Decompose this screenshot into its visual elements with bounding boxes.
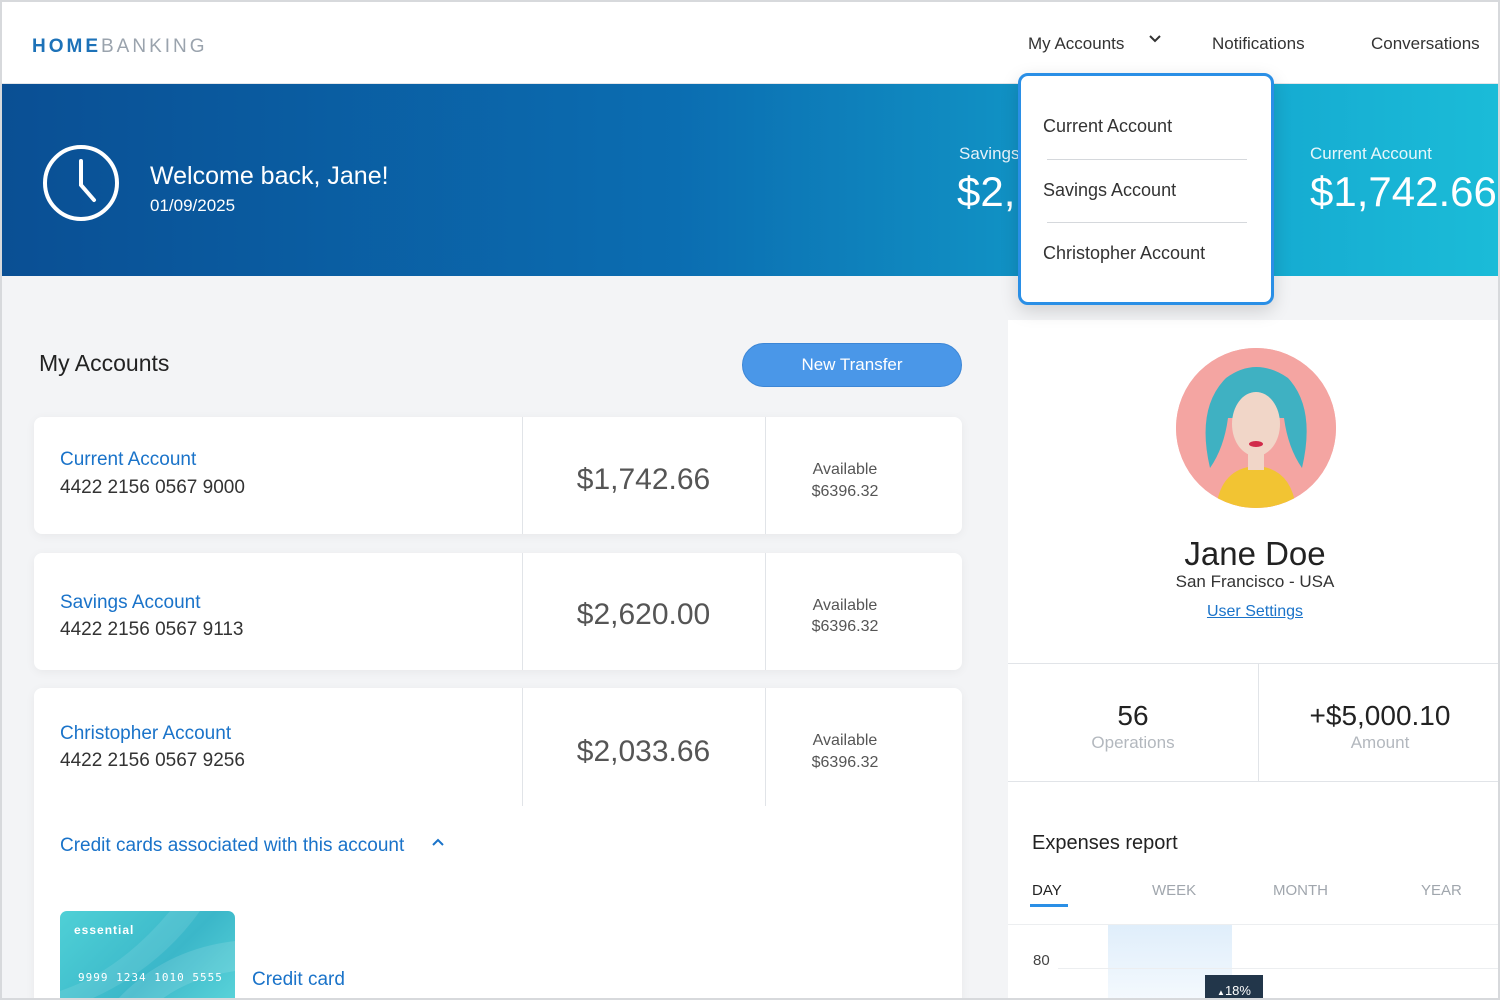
divider — [1008, 781, 1498, 782]
user-settings-link[interactable]: User Settings — [1008, 603, 1498, 621]
profile-name: Jane Doe — [1184, 535, 1326, 572]
credit-card-image[interactable]: essential 9999 1234 1010 5555 — [60, 911, 235, 998]
amount-label: Amount — [1350, 733, 1410, 752]
tab-month[interactable]: MONTH — [1273, 882, 1328, 899]
account-number: 4422 2156 0567 9256 — [60, 750, 245, 771]
chart-gridline — [1058, 968, 1498, 969]
my-accounts-title: My Accounts — [39, 350, 170, 376]
top-bar: HOMEBANKING My Accounts Notifications Co… — [2, 2, 1498, 84]
dropdown-divider — [1047, 222, 1247, 223]
dropdown-divider — [1047, 159, 1247, 160]
account-card-current[interactable]: Current Account 4422 2156 0567 9000 $1,7… — [34, 417, 962, 534]
account-balance: $1,742.66 — [576, 463, 711, 496]
welcome-banner: Welcome back, Jane! 01/09/2025 Savings $… — [2, 84, 1498, 276]
new-transfer-button[interactable]: New Transfer — [742, 343, 962, 387]
card-digits: 9999 1234 1010 5555 — [78, 971, 223, 984]
hero-savings-label: Savings — [959, 144, 1020, 163]
account-name[interactable]: Savings Account — [60, 592, 200, 614]
account-balance: $2,620.00 — [576, 598, 711, 631]
logo-strong: HOME — [32, 36, 101, 57]
account-name[interactable]: Current Account — [60, 449, 196, 471]
dropdown-item-current-account[interactable]: Current Account — [1043, 116, 1172, 137]
tab-day[interactable]: DAY — [1032, 882, 1062, 899]
available-value: $6396.32 — [811, 618, 879, 635]
profile-panel: Jane Doe San Francisco - USA User Settin… — [1008, 320, 1498, 998]
available-value: $6396.32 — [811, 754, 879, 771]
app-window: HOMEBANKING My Accounts Notifications Co… — [0, 0, 1500, 1000]
nav-my-accounts[interactable]: My Accounts — [1028, 34, 1124, 54]
welcome-text: Welcome back, Jane! — [150, 162, 389, 190]
arrow-up-icon: ▲ — [1217, 988, 1225, 997]
available-label: Available — [812, 732, 878, 749]
account-number: 4422 2156 0567 9113 — [60, 619, 244, 640]
tab-year[interactable]: YEAR — [1421, 882, 1462, 899]
nav-notifications[interactable]: Notifications — [1212, 34, 1305, 54]
account-card-christopher[interactable]: Christopher Account 4422 2156 0567 9256 … — [34, 688, 962, 998]
logo[interactable]: HOMEBANKING — [32, 36, 208, 58]
account-number: 4422 2156 0567 9000 — [60, 477, 245, 498]
dropdown-item-christopher-account[interactable]: Christopher Account — [1043, 243, 1205, 264]
card-brand: essential — [74, 923, 135, 937]
active-tab-indicator — [1030, 904, 1068, 907]
chart-tick-label: 80 — [1033, 952, 1050, 969]
chevron-down-icon[interactable] — [1147, 32, 1163, 50]
available-label: Available — [812, 461, 878, 478]
available-label: Available — [812, 597, 878, 614]
chevron-up-icon[interactable] — [430, 835, 446, 853]
credit-card-link[interactable]: Credit card — [252, 969, 345, 991]
credit-cards-toggle[interactable]: Credit cards associated with this accoun… — [60, 835, 404, 857]
tab-week[interactable]: WEEK — [1152, 882, 1196, 899]
account-card-savings[interactable]: Savings Account 4422 2156 0567 9113 $2,6… — [34, 553, 962, 670]
chart-tooltip-value: 18% — [1224, 983, 1251, 998]
logo-light: BANKING — [101, 36, 208, 57]
current-date: 01/09/2025 — [150, 196, 236, 215]
clock-icon — [42, 144, 120, 222]
divider — [1008, 663, 1498, 664]
divider — [1008, 924, 1498, 925]
operations-label: Operations — [1091, 733, 1175, 752]
hero-current-value: $1,742.66 — [1310, 168, 1497, 215]
accounts-dropdown-menu: Current Account Savings Account Christop… — [1018, 73, 1274, 305]
expenses-report-title: Expenses report — [1032, 832, 1178, 854]
available-value: $6396.32 — [811, 483, 879, 500]
account-name[interactable]: Christopher Account — [60, 723, 231, 745]
profile-location: San Francisco - USA — [1175, 572, 1335, 591]
operations-count: 56 — [1117, 700, 1149, 731]
hero-current-label: Current Account — [1310, 144, 1432, 163]
account-balance: $2,033.66 — [576, 735, 711, 768]
hero-savings-value: $2, — [957, 168, 1016, 215]
avatar-portrait-icon — [1176, 348, 1336, 508]
amount-value: +$5,000.10 — [1309, 700, 1451, 731]
chart-tooltip: ▲18% — [1205, 975, 1263, 998]
nav-conversations[interactable]: Conversations — [1371, 34, 1480, 54]
dropdown-item-savings-account[interactable]: Savings Account — [1043, 180, 1176, 201]
avatar[interactable] — [1176, 348, 1336, 508]
